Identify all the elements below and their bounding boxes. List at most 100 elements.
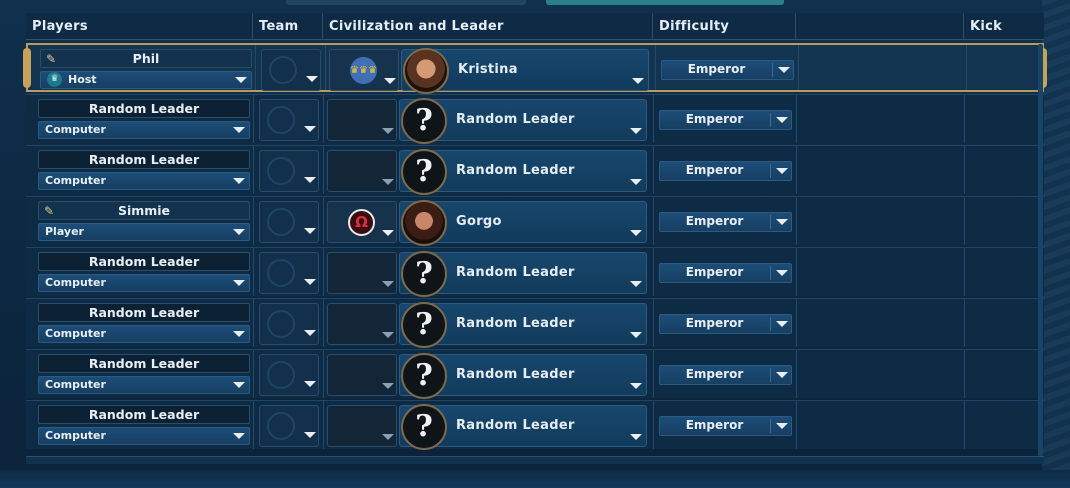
- difficulty-dropdown[interactable]: Emperor: [659, 212, 792, 232]
- chevron-down-icon: [304, 330, 316, 336]
- header-difficulty: Difficulty: [653, 13, 796, 40]
- question-mark-icon: ?: [415, 154, 433, 189]
- difficulty-label: Emperor: [685, 112, 744, 126]
- column-divider: [323, 146, 324, 194]
- player-slot-dropdown[interactable]: Computer: [38, 325, 250, 343]
- chevron-down-icon: [233, 331, 245, 337]
- difficulty-label: Emperor: [685, 367, 744, 381]
- civilization-selector[interactable]: ♛♛♛: [329, 49, 399, 91]
- chevron-down-icon: [630, 179, 642, 185]
- player-slot-dropdown[interactable]: Computer: [38, 274, 250, 292]
- question-mark-icon: ?: [415, 256, 433, 291]
- leader-selector[interactable]: ? Random Leader: [399, 251, 647, 297]
- team-circle-icon: [267, 310, 295, 338]
- panel-footer: [0, 470, 1070, 488]
- player-slot-dropdown[interactable]: Computer: [38, 427, 250, 445]
- player-slot-dropdown[interactable]: Computer: [38, 121, 250, 139]
- difficulty-label: Emperor: [687, 62, 746, 76]
- difficulty-dropdown[interactable]: Emperor: [659, 161, 792, 181]
- kick-player-cell: [965, 197, 1044, 245]
- leader-selector[interactable]: ? Random Leader: [399, 149, 647, 195]
- player-row[interactable]: Random Leader Computer? Random Leader Emper…: [26, 298, 1044, 348]
- civilization-selector[interactable]: Ω: [327, 201, 397, 243]
- player-slot-dropdown[interactable]: Computer: [38, 172, 250, 190]
- player-name-field[interactable]: ✎ Simmie: [38, 201, 250, 220]
- player-row[interactable]: Random Leader Computer? Random Leader Emper…: [26, 247, 1044, 297]
- column-divider: [796, 248, 797, 296]
- difficulty-dropdown[interactable]: Emperor: [659, 263, 792, 283]
- team-circle-icon: [267, 157, 295, 185]
- leader-selector[interactable]: Kristina: [401, 48, 649, 94]
- top-tab-left[interactable]: [286, 0, 526, 5]
- player-name-field[interactable]: ✎ Phil: [40, 49, 252, 68]
- top-tab-right[interactable]: [546, 0, 784, 5]
- difficulty-dropdown[interactable]: Emperor: [661, 60, 794, 80]
- player-slot-dropdown[interactable]: Player: [38, 223, 250, 241]
- player-row[interactable]: Random Leader Computer ? Random Leader Emper…: [26, 94, 1044, 144]
- chevron-down-icon: [630, 332, 642, 338]
- chevron-down-icon: [233, 382, 245, 388]
- chevron-down-icon: [382, 383, 394, 389]
- player-slot-label: Computer: [45, 174, 106, 187]
- team-circle-icon: [267, 361, 295, 389]
- player-slot-dropdown[interactable]: ♛ Host: [40, 71, 252, 89]
- difficulty-dropdown[interactable]: Emperor: [659, 314, 792, 334]
- player-row[interactable]: ✎ Simmie Player Ω Gorgo Emperor: [26, 196, 1044, 246]
- table-scrollbar[interactable]: [1038, 44, 1043, 456]
- random-leader-portrait-icon: ?: [401, 302, 447, 348]
- column-divider: [796, 299, 797, 347]
- player-slot-label: Computer: [45, 276, 106, 289]
- team-selector[interactable]: [259, 201, 319, 243]
- player-row[interactable]: Random Leader Computer? Random Leader Emper…: [26, 400, 1044, 450]
- selection-corner-left: [23, 48, 31, 88]
- team-selector[interactable]: [259, 354, 319, 396]
- player-row[interactable]: ✎ Phil ♛ Host ♛♛♛ Kristina Emperor: [23, 43, 1047, 94]
- player-name: Random Leader: [88, 101, 200, 116]
- header-civilization-leader: Civilization and Leader: [323, 13, 653, 40]
- column-divider: [653, 146, 654, 194]
- team-circle-icon: [267, 106, 295, 134]
- civilization-selector[interactable]: [327, 150, 397, 192]
- column-divider: [323, 95, 324, 143]
- column-divider: [253, 95, 254, 143]
- pencil-icon[interactable]: ✎: [46, 51, 56, 68]
- civilization-selector[interactable]: [327, 405, 397, 447]
- host-crown-icon: ♛: [47, 72, 62, 87]
- difficulty-dropdown[interactable]: Emperor: [659, 110, 792, 130]
- civilization-selector[interactable]: [327, 354, 397, 396]
- player-name-field: Random Leader: [38, 99, 250, 118]
- leader-selector[interactable]: ? Random Leader: [399, 98, 647, 144]
- leader-selector[interactable]: ? Random Leader: [399, 353, 647, 399]
- chevron-down-icon: [776, 270, 788, 276]
- team-selector[interactable]: [259, 252, 319, 294]
- difficulty-dropdown[interactable]: Emperor: [659, 416, 792, 436]
- player-row[interactable]: Random Leader Computer? Random Leader Emper…: [26, 145, 1044, 195]
- team-selector[interactable]: [261, 49, 321, 91]
- player-slot-label: Computer: [45, 123, 106, 136]
- dropdown-divider: [770, 266, 771, 280]
- team-selector[interactable]: [259, 150, 319, 192]
- civilization-selector[interactable]: [327, 99, 397, 141]
- chevron-down-icon: [382, 230, 394, 236]
- team-circle-icon: [269, 56, 297, 84]
- leader-selector[interactable]: ? Random Leader: [399, 404, 647, 450]
- column-divider: [323, 248, 324, 296]
- team-selector[interactable]: [259, 99, 319, 141]
- player-slot-dropdown[interactable]: Computer: [38, 376, 250, 394]
- civilization-selector[interactable]: [327, 252, 397, 294]
- chevron-down-icon: [778, 67, 790, 73]
- team-selector[interactable]: [259, 405, 319, 447]
- leader-selector[interactable]: Gorgo: [399, 200, 647, 246]
- column-divider: [253, 401, 254, 449]
- dropdown-divider: [770, 215, 771, 229]
- leader-selector[interactable]: ? Random Leader: [399, 302, 647, 348]
- player-name-field: Random Leader: [38, 354, 250, 373]
- difficulty-dropdown[interactable]: Emperor: [659, 365, 792, 385]
- random-leader-portrait-icon: ?: [401, 353, 447, 399]
- pencil-icon[interactable]: ✎: [44, 203, 54, 220]
- civilization-selector[interactable]: [327, 303, 397, 345]
- question-mark-icon: ?: [415, 409, 433, 444]
- team-selector[interactable]: [259, 303, 319, 345]
- random-leader-portrait-icon: ?: [401, 404, 447, 450]
- player-row[interactable]: Random Leader Computer ? Random Leader Emper…: [26, 349, 1044, 399]
